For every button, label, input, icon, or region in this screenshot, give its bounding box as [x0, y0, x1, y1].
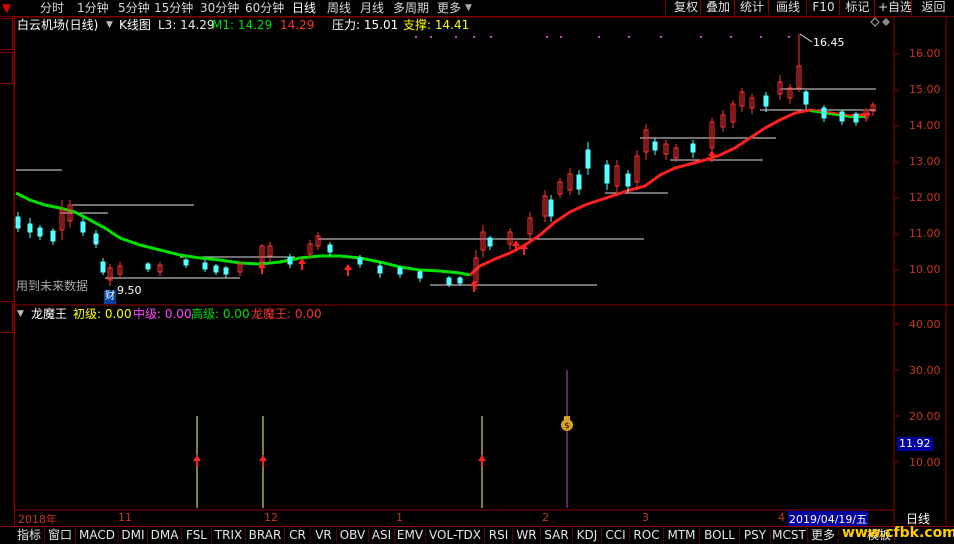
tab-kdj[interactable]: KDJ [573, 528, 602, 543]
price-tick: 10.00 [909, 263, 941, 276]
price-tick: 14.00 [909, 119, 941, 132]
high-price-marker: 16.45 [813, 36, 845, 49]
indicator-name: 龙魔王 [31, 307, 68, 321]
tab-cr[interactable]: CR [285, 528, 311, 543]
tab-mcst[interactable]: MCST [771, 528, 808, 543]
tab-cci[interactable]: CCI [602, 528, 630, 543]
dropdown-icon[interactable]: ▼ [106, 18, 113, 32]
indicator-tick: 30.00 [909, 364, 941, 377]
date-tick: 12 [264, 511, 278, 524]
indicator-current-value: 11.92 [897, 437, 933, 451]
tab-vol-tdx[interactable]: VOL-TDX [426, 528, 485, 543]
date-tick: 3 [642, 511, 649, 524]
l3-value: L3: 14.29 [158, 18, 215, 32]
tab-psy[interactable]: PSY [740, 528, 771, 543]
tab-asi[interactable]: ASI [369, 528, 395, 543]
kline-chart: $ [13, 16, 954, 526]
date-tick: 4 [778, 511, 785, 524]
tab-wr[interactable]: WR [513, 528, 541, 543]
indicator-tab-bar: 指标 窗口 MACD DMI DMA FSL TRIX BRAR CR VR O… [0, 526, 954, 544]
future-data-hint: 用到未来数据 [16, 279, 89, 293]
tab-brar[interactable]: BRAR [246, 528, 285, 543]
period-label[interactable]: 日线 [906, 512, 930, 526]
tab-dmi[interactable]: DMI [119, 528, 148, 543]
indicator-level-4: 龙魔王: 0.00 [251, 307, 322, 321]
tab-macd[interactable]: MACD [76, 528, 119, 543]
financial-badge[interactable]: 财 [104, 290, 116, 304]
svg-text:$: $ [564, 421, 569, 430]
watermark: www.cfbk.com [842, 525, 954, 541]
tab-indicator[interactable]: 指标 [14, 528, 45, 543]
price-tick: 12.00 [909, 191, 941, 204]
indicator-dropdown-icon[interactable]: ▼ [17, 307, 24, 321]
date-tick: 1 [396, 511, 403, 524]
date-tick: 11 [118, 511, 132, 524]
indicator-tick: 20.00 [909, 410, 941, 423]
m1-value: M1: 14.29 [212, 18, 273, 32]
indicator-tick: 40.00 [909, 318, 941, 331]
money-bag-icon: $ [561, 416, 573, 431]
tab-mtm[interactable]: MTM [664, 528, 700, 543]
tab-trix[interactable]: TRIX [212, 528, 246, 543]
tab-fsl[interactable]: FSL [182, 528, 212, 543]
tab-dma[interactable]: DMA [148, 528, 182, 543]
pressure-value: 压力: 15.01 [332, 18, 399, 32]
tab-obv[interactable]: OBV [337, 528, 369, 543]
low-price-marker: 9.50 [117, 284, 142, 297]
price-tick: 13.00 [909, 155, 941, 168]
stock-title: 白云机场(日线) [17, 18, 99, 32]
indicator-tick: 10.00 [909, 456, 941, 469]
tab-vr[interactable]: VR [311, 528, 337, 543]
support-value: 支撑: 14.41 [403, 18, 470, 32]
indicator-level-2: 中级: 0.00 [133, 307, 192, 321]
indicator-level-3: 高级: 0.00 [191, 307, 250, 321]
m2-value: 14.29 [280, 18, 315, 32]
kline-label: K线图 [119, 18, 151, 32]
price-tick: 11.00 [909, 227, 941, 240]
indicator-level-1: 初级: 0.00 [73, 307, 132, 321]
date-tick: 2 [542, 511, 549, 524]
price-tick: 16.00 [909, 47, 941, 60]
date-axis: 2018年 11 12 1 2 3 4 2019/04/19/五 [14, 510, 894, 527]
tab-more[interactable]: 更多 [808, 528, 839, 543]
date-tick: 2018年 [18, 513, 57, 526]
tab-emv[interactable]: EMV [395, 528, 426, 543]
tab-rsi[interactable]: RSI [485, 528, 513, 543]
tab-sar[interactable]: SAR [541, 528, 573, 543]
tab-window[interactable]: 窗口 [45, 528, 76, 543]
tab-boll[interactable]: BOLL [700, 528, 740, 543]
price-tick: 15.00 [909, 83, 941, 96]
tab-roc[interactable]: ROC [630, 528, 664, 543]
